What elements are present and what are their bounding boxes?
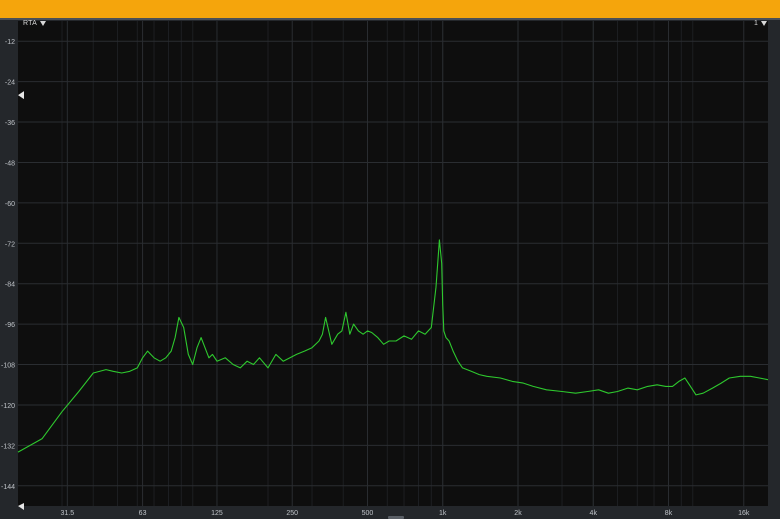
- y-tick-label: -12: [5, 39, 15, 46]
- dropdown-arrow-icon: [761, 20, 768, 26]
- x-tick-label: 31.5: [61, 510, 75, 517]
- y-tick-label: -48: [5, 160, 15, 167]
- channel-label: 1: [754, 20, 759, 27]
- y-tick-label: -108: [1, 363, 15, 370]
- plot-area: [18, 21, 768, 506]
- x-tick-label: 63: [139, 510, 147, 517]
- y-tick-label: -24: [5, 80, 15, 87]
- x-tick-label: 500: [362, 510, 374, 517]
- y-tick-label: -144: [1, 484, 15, 491]
- dropdown-arrow-icon: [39, 20, 46, 26]
- x-tick-label: 4k: [590, 510, 598, 517]
- y-tick-label: -60: [5, 201, 15, 208]
- y-tick-label: -72: [5, 241, 15, 248]
- rta-label: RTA: [23, 20, 37, 27]
- rta-menu[interactable]: RTA: [23, 20, 46, 27]
- y-tick-label: -84: [5, 282, 15, 289]
- x-tick-label: 2k: [514, 510, 522, 517]
- x-tick-label: 16k: [738, 510, 750, 517]
- y-tick-label: -96: [5, 322, 15, 329]
- y-tick-label: -132: [1, 443, 15, 450]
- x-tick-label: 250: [286, 510, 298, 517]
- title-bar: [0, 0, 780, 18]
- x-tick-label: 125: [211, 510, 223, 517]
- y-tick-label: -36: [5, 120, 15, 127]
- rta-panel: -12 -24 -36 -48 -60 -72 -84 -96 -108 -120 -132 -144…: [0, 20, 780, 519]
- channel-menu[interactable]: 1: [754, 20, 768, 27]
- x-tick-label: 1k: [439, 510, 447, 517]
- y-tick-label: -120: [1, 403, 15, 410]
- rta-chart[interactable]: -12 -24 -36 -48 -60 -72 -84 -96 -108 -120 -132 -144…: [0, 20, 780, 519]
- x-tick-label: 8k: [665, 510, 673, 517]
